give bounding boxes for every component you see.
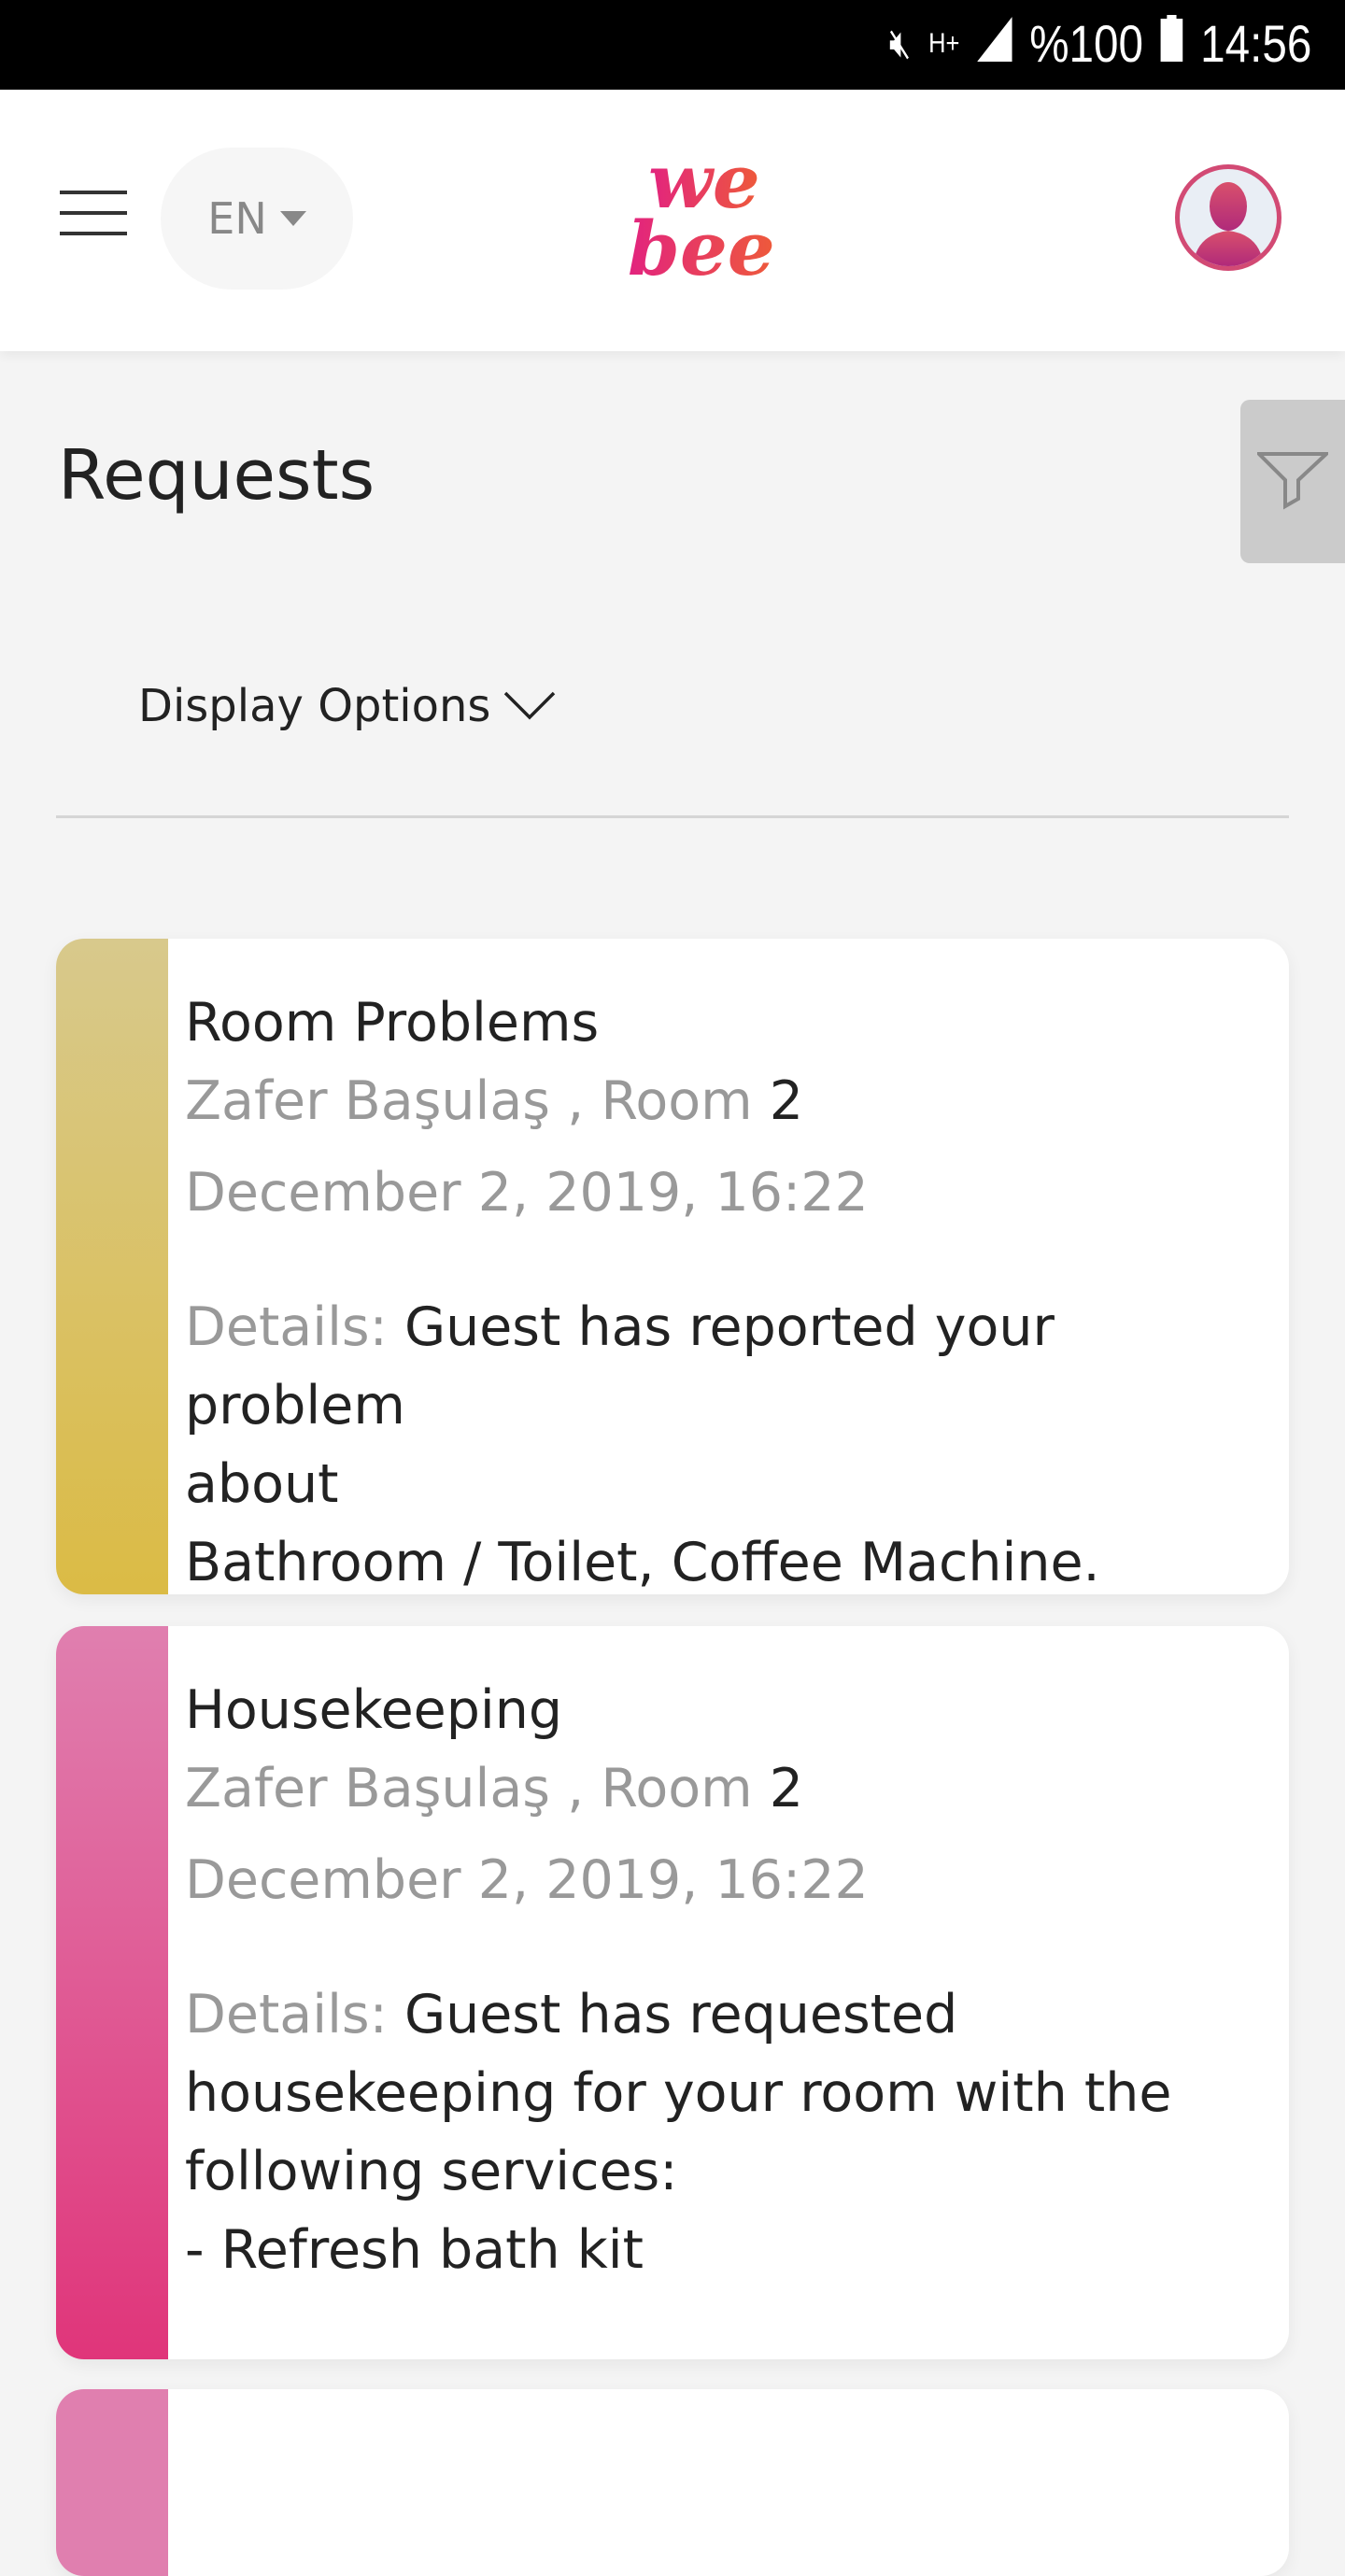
mute-icon: 🔇︎ (888, 20, 912, 66)
details-label: Details: (185, 1984, 388, 2045)
language-selector[interactable]: EN (161, 148, 353, 290)
hamburger-icon (60, 191, 127, 194)
filter-button[interactable] (1240, 400, 1345, 563)
request-card-partial[interactable] (56, 2389, 1289, 2576)
app-header: EN we bee (0, 90, 1345, 351)
hamburger-icon-line (60, 211, 127, 215)
details-text: - Refresh bath kit (185, 2219, 644, 2281)
request-date: December 2, 2019, 16:22 (185, 1849, 869, 1911)
category-color-strip (56, 1626, 168, 2359)
request-card[interactable]: Room Problems Zafer Başulaş , Room 2 Dec… (56, 939, 1289, 1594)
signal-icon (976, 13, 1012, 74)
user-silhouette-icon (1193, 182, 1264, 266)
h-plus-data-icon: H+ (927, 27, 960, 59)
hamburger-icon-line (60, 232, 127, 235)
details-text: Bathroom / Toilet, Coffee Machine. (185, 1532, 1100, 1593)
divider (56, 815, 1289, 818)
category-color-strip (56, 2389, 168, 2576)
clock: 14:56 (1199, 14, 1311, 73)
menu-button[interactable] (60, 191, 127, 235)
status-bar: 🔇︎ H+ %100 14:56 (0, 0, 1345, 90)
page-title: Requests (58, 435, 375, 516)
room-label: , Room (567, 1758, 753, 1819)
display-options-label: Display Options (138, 680, 491, 732)
display-options-toggle[interactable]: Display Options (138, 680, 556, 732)
details-label: Details: (185, 1296, 388, 1358)
request-category: Housekeeping (185, 1679, 563, 1741)
battery-icon (1160, 13, 1183, 74)
details-text: housekeeping for your room with the (185, 2062, 1172, 2124)
webee-logo: we bee (628, 144, 775, 284)
user-avatar[interactable] (1175, 164, 1281, 271)
room-label: , Room (567, 1070, 753, 1132)
filter-icon (1257, 451, 1328, 509)
room-number: 2 (769, 1070, 804, 1132)
details-text: about (185, 1453, 339, 1515)
guest-name: Zafer Başulaş (185, 1758, 550, 1819)
category-color-strip (56, 939, 168, 1594)
guest-name: Zafer Başulaş (185, 1070, 550, 1132)
svg-text:bee: bee (628, 205, 775, 284)
request-category: Room Problems (185, 992, 600, 1054)
details-text: following services: (185, 2141, 678, 2202)
battery-level: %100 (1028, 14, 1143, 73)
language-value: EN (207, 193, 267, 244)
room-number: 2 (769, 1758, 804, 1819)
caret-down-icon (279, 211, 306, 226)
request-date: December 2, 2019, 16:22 (185, 1162, 869, 1224)
chevron-down-icon (504, 691, 556, 720)
request-card[interactable]: Housekeeping Zafer Başulaş , Room 2 Dece… (56, 1626, 1289, 2359)
details-text: Guest has requested (404, 1984, 958, 2045)
